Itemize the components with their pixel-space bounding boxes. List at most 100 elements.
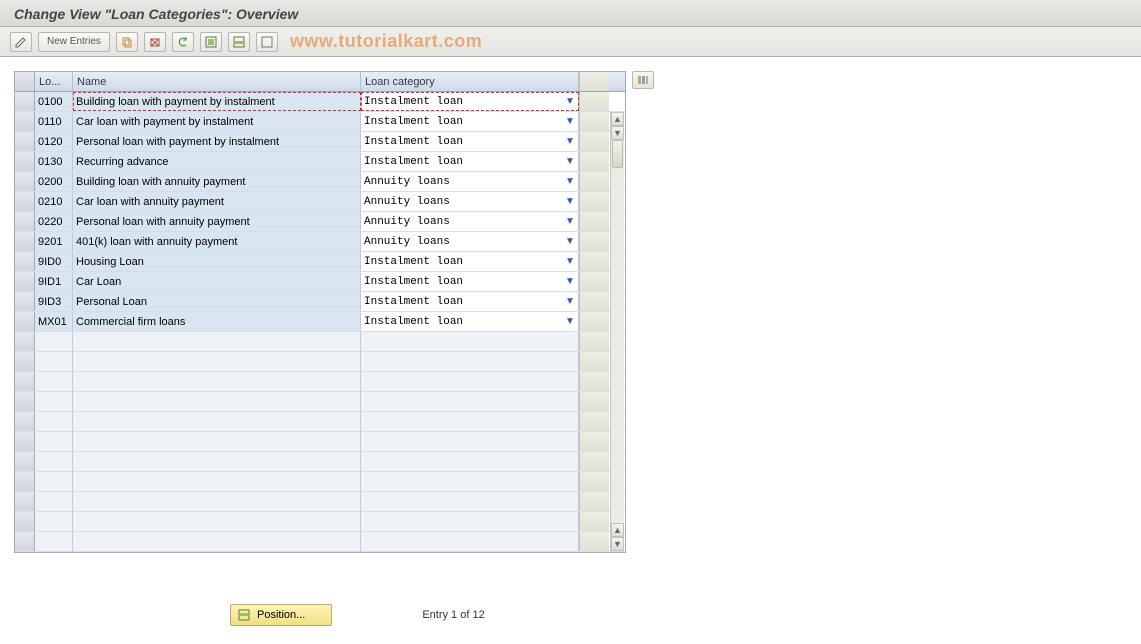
cell-name[interactable]: Personal loan with payment by instalment [73,132,361,151]
dropdown-icon[interactable]: ▼ [562,214,578,230]
new-entries-button[interactable]: New Entries [38,32,110,52]
row-selector[interactable] [15,132,35,151]
cell-category[interactable] [361,472,579,491]
dropdown-icon[interactable]: ▼ [562,94,578,110]
row-selector[interactable] [15,432,35,451]
cell-name[interactable]: 401(k) loan with annuity payment [73,232,361,251]
cell-category[interactable]: Annuity loans▼ [361,172,579,191]
row-selector[interactable] [15,252,35,271]
cell-name[interactable]: Personal loan with annuity payment [73,212,361,231]
cell-name[interactable]: Recurring advance [73,152,361,171]
column-header-name[interactable]: Name [73,72,361,91]
cell-category[interactable]: Instalment loan▼ [361,252,579,271]
dropdown-icon[interactable]: ▼ [562,154,578,170]
dropdown-icon[interactable]: ▼ [562,114,578,130]
undo-change-button[interactable] [172,32,194,52]
cell-category[interactable]: Instalment loan▼ [361,92,579,111]
row-selector[interactable] [15,412,35,431]
cell-category[interactable] [361,392,579,411]
cell-category[interactable] [361,352,579,371]
copy-as-button[interactable] [116,32,138,52]
scroll-grip[interactable] [612,140,623,168]
row-selector[interactable] [15,332,35,351]
cell-code[interactable] [35,492,73,511]
dropdown-icon[interactable]: ▼ [562,194,578,210]
cell-category[interactable] [361,452,579,471]
column-header-code[interactable]: Lo... [35,72,73,91]
cell-category[interactable]: Instalment loan▼ [361,292,579,311]
cell-code[interactable] [35,412,73,431]
cell-code[interactable] [35,532,73,551]
toggle-edit-button[interactable] [10,32,32,52]
row-selector[interactable] [15,232,35,251]
cell-name[interactable] [73,372,361,391]
cell-code[interactable]: 0120 [35,132,73,151]
cell-code[interactable] [35,372,73,391]
cell-code[interactable]: 0210 [35,192,73,211]
dropdown-icon[interactable]: ▼ [562,274,578,290]
cell-category[interactable]: Annuity loans▼ [361,232,579,251]
cell-name[interactable] [73,532,361,551]
cell-code[interactable]: 0110 [35,112,73,131]
scroll-up-arrow-icon[interactable]: ▲ [611,112,624,126]
dropdown-icon[interactable]: ▼ [562,234,578,250]
cell-name[interactable]: Housing Loan [73,252,361,271]
cell-category[interactable]: Annuity loans▼ [361,212,579,231]
row-selector[interactable] [15,472,35,491]
dropdown-icon[interactable]: ▼ [562,254,578,270]
cell-name[interactable] [73,432,361,451]
scroll-down2-arrow-icon[interactable]: ▼ [611,537,624,551]
configure-columns-button[interactable] [632,71,654,89]
cell-code[interactable]: 9ID0 [35,252,73,271]
cell-name[interactable]: Building loan with payment by instalment [73,92,361,111]
position-button[interactable]: Position... [230,604,332,626]
cell-category[interactable]: Instalment loan▼ [361,152,579,171]
cell-name[interactable] [73,452,361,471]
cell-name[interactable] [73,492,361,511]
vertical-scrollbar[interactable]: ▲ ▼ ▲ ▼ [610,112,624,551]
row-selector[interactable] [15,92,35,111]
cell-name[interactable] [73,352,361,371]
select-all-column[interactable] [15,72,35,91]
row-selector[interactable] [15,392,35,411]
cell-code[interactable] [35,392,73,411]
cell-code[interactable]: 9ID1 [35,272,73,291]
cell-name[interactable] [73,512,361,531]
cell-category[interactable] [361,372,579,391]
row-selector[interactable] [15,452,35,471]
column-header-category[interactable]: Loan category [361,72,579,91]
cell-category[interactable]: Instalment loan▼ [361,272,579,291]
cell-code[interactable]: 0220 [35,212,73,231]
scroll-down-arrow-icon[interactable]: ▼ [611,126,624,140]
row-selector[interactable] [15,512,35,531]
dropdown-icon[interactable]: ▼ [562,134,578,150]
cell-name[interactable]: Car loan with annuity payment [73,192,361,211]
row-selector[interactable] [15,152,35,171]
cell-category[interactable] [361,492,579,511]
cell-category[interactable]: Annuity loans▼ [361,192,579,211]
row-selector[interactable] [15,212,35,231]
cell-code[interactable] [35,512,73,531]
cell-category[interactable]: Instalment loan▼ [361,312,579,331]
cell-category[interactable] [361,432,579,451]
row-selector[interactable] [15,312,35,331]
select-all-button[interactable] [200,32,222,52]
cell-name[interactable] [73,412,361,431]
cell-code[interactable] [35,332,73,351]
row-selector[interactable] [15,172,35,191]
delete-button[interactable] [144,32,166,52]
cell-name[interactable] [73,332,361,351]
cell-category[interactable]: Instalment loan▼ [361,112,579,131]
cell-code[interactable]: 9201 [35,232,73,251]
cell-name[interactable]: Building loan with annuity payment [73,172,361,191]
dropdown-icon[interactable]: ▼ [562,294,578,310]
cell-name[interactable]: Car Loan [73,272,361,291]
cell-category[interactable] [361,332,579,351]
row-selector[interactable] [15,532,35,551]
cell-name[interactable]: Car loan with payment by instalment [73,112,361,131]
row-selector[interactable] [15,372,35,391]
dropdown-icon[interactable]: ▼ [562,174,578,190]
row-selector[interactable] [15,352,35,371]
row-selector[interactable] [15,292,35,311]
dropdown-icon[interactable]: ▼ [562,314,578,330]
